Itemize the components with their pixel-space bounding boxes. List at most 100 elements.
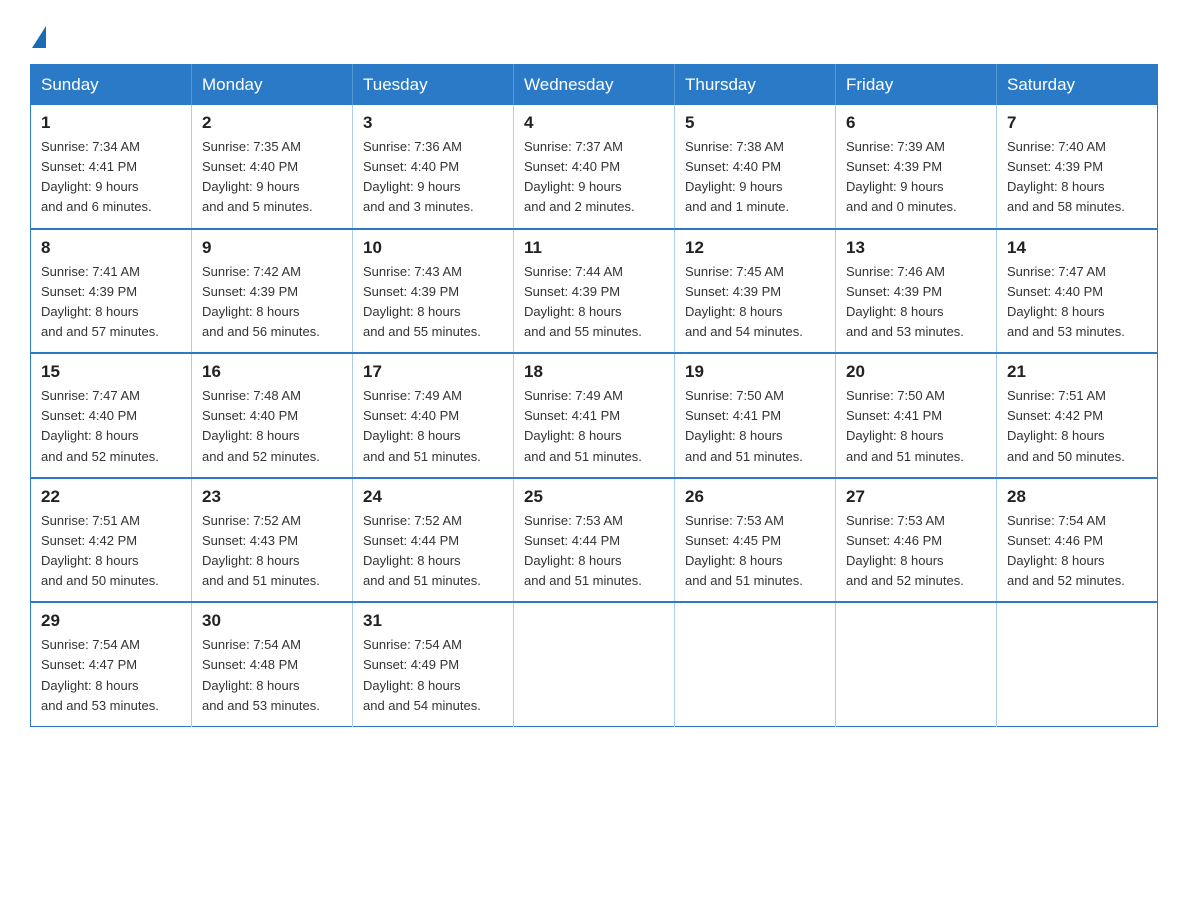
day-info: Sunrise: 7:54 AMSunset: 4:46 PMDaylight:… bbox=[1007, 511, 1147, 592]
header-cell-thursday: Thursday bbox=[675, 65, 836, 106]
calendar-cell bbox=[836, 602, 997, 726]
day-number: 20 bbox=[846, 362, 986, 382]
day-info: Sunrise: 7:53 AMSunset: 4:45 PMDaylight:… bbox=[685, 511, 825, 592]
calendar-cell bbox=[675, 602, 836, 726]
day-info: Sunrise: 7:38 AMSunset: 4:40 PMDaylight:… bbox=[685, 137, 825, 218]
day-number: 23 bbox=[202, 487, 342, 507]
calendar-cell: 21 Sunrise: 7:51 AMSunset: 4:42 PMDayligh… bbox=[997, 353, 1158, 478]
day-info: Sunrise: 7:49 AMSunset: 4:40 PMDaylight:… bbox=[363, 386, 503, 467]
day-number: 28 bbox=[1007, 487, 1147, 507]
day-number: 24 bbox=[363, 487, 503, 507]
day-info: Sunrise: 7:46 AMSunset: 4:39 PMDaylight:… bbox=[846, 262, 986, 343]
day-number: 8 bbox=[41, 238, 181, 258]
day-info: Sunrise: 7:47 AMSunset: 4:40 PMDaylight:… bbox=[1007, 262, 1147, 343]
day-number: 19 bbox=[685, 362, 825, 382]
day-number: 3 bbox=[363, 113, 503, 133]
day-info: Sunrise: 7:50 AMSunset: 4:41 PMDaylight:… bbox=[846, 386, 986, 467]
day-info: Sunrise: 7:42 AMSunset: 4:39 PMDaylight:… bbox=[202, 262, 342, 343]
day-number: 17 bbox=[363, 362, 503, 382]
day-info: Sunrise: 7:45 AMSunset: 4:39 PMDaylight:… bbox=[685, 262, 825, 343]
header-cell-friday: Friday bbox=[836, 65, 997, 106]
day-info: Sunrise: 7:39 AMSunset: 4:39 PMDaylight:… bbox=[846, 137, 986, 218]
day-number: 10 bbox=[363, 238, 503, 258]
calendar-cell: 27 Sunrise: 7:53 AMSunset: 4:46 PMDayligh… bbox=[836, 478, 997, 603]
calendar-header-row: SundayMondayTuesdayWednesdayThursdayFrid… bbox=[31, 65, 1158, 106]
day-info: Sunrise: 7:34 AMSunset: 4:41 PMDaylight:… bbox=[41, 137, 181, 218]
calendar-cell: 14 Sunrise: 7:47 AMSunset: 4:40 PMDayligh… bbox=[997, 229, 1158, 354]
day-info: Sunrise: 7:47 AMSunset: 4:40 PMDaylight:… bbox=[41, 386, 181, 467]
day-info: Sunrise: 7:48 AMSunset: 4:40 PMDaylight:… bbox=[202, 386, 342, 467]
day-info: Sunrise: 7:35 AMSunset: 4:40 PMDaylight:… bbox=[202, 137, 342, 218]
calendar-cell: 25 Sunrise: 7:53 AMSunset: 4:44 PMDayligh… bbox=[514, 478, 675, 603]
calendar-cell: 24 Sunrise: 7:52 AMSunset: 4:44 PMDayligh… bbox=[353, 478, 514, 603]
calendar-cell: 9 Sunrise: 7:42 AMSunset: 4:39 PMDaylight… bbox=[192, 229, 353, 354]
day-info: Sunrise: 7:49 AMSunset: 4:41 PMDaylight:… bbox=[524, 386, 664, 467]
calendar-cell: 8 Sunrise: 7:41 AMSunset: 4:39 PMDaylight… bbox=[31, 229, 192, 354]
day-number: 11 bbox=[524, 238, 664, 258]
day-number: 18 bbox=[524, 362, 664, 382]
calendar-cell bbox=[997, 602, 1158, 726]
calendar-cell: 1 Sunrise: 7:34 AMSunset: 4:41 PMDaylight… bbox=[31, 105, 192, 229]
calendar-cell: 7Sunrise: 7:40 AMSunset: 4:39 PMDaylight… bbox=[997, 105, 1158, 229]
calendar-table: SundayMondayTuesdayWednesdayThursdayFrid… bbox=[30, 64, 1158, 727]
day-info: Sunrise: 7:52 AMSunset: 4:43 PMDaylight:… bbox=[202, 511, 342, 592]
day-number: 26 bbox=[685, 487, 825, 507]
calendar-cell: 15 Sunrise: 7:47 AMSunset: 4:40 PMDayligh… bbox=[31, 353, 192, 478]
day-number: 25 bbox=[524, 487, 664, 507]
header-cell-wednesday: Wednesday bbox=[514, 65, 675, 106]
day-info: Sunrise: 7:51 AMSunset: 4:42 PMDaylight:… bbox=[41, 511, 181, 592]
day-number: 4 bbox=[524, 113, 664, 133]
calendar-cell: 19Sunrise: 7:50 AMSunset: 4:41 PMDayligh… bbox=[675, 353, 836, 478]
calendar-cell: 22 Sunrise: 7:51 AMSunset: 4:42 PMDayligh… bbox=[31, 478, 192, 603]
day-number: 6 bbox=[846, 113, 986, 133]
day-info: Sunrise: 7:51 AMSunset: 4:42 PMDaylight:… bbox=[1007, 386, 1147, 467]
day-number: 21 bbox=[1007, 362, 1147, 382]
header bbox=[30, 24, 1158, 46]
calendar-cell: 16 Sunrise: 7:48 AMSunset: 4:40 PMDayligh… bbox=[192, 353, 353, 478]
day-number: 29 bbox=[41, 611, 181, 631]
calendar-cell: 17 Sunrise: 7:49 AMSunset: 4:40 PMDayligh… bbox=[353, 353, 514, 478]
day-info: Sunrise: 7:37 AMSunset: 4:40 PMDaylight:… bbox=[524, 137, 664, 218]
logo bbox=[30, 24, 46, 46]
day-number: 9 bbox=[202, 238, 342, 258]
day-number: 22 bbox=[41, 487, 181, 507]
calendar-cell: 28 Sunrise: 7:54 AMSunset: 4:46 PMDayligh… bbox=[997, 478, 1158, 603]
day-number: 16 bbox=[202, 362, 342, 382]
calendar-cell: 4 Sunrise: 7:37 AMSunset: 4:40 PMDaylight… bbox=[514, 105, 675, 229]
day-info: Sunrise: 7:44 AMSunset: 4:39 PMDaylight:… bbox=[524, 262, 664, 343]
day-number: 5 bbox=[685, 113, 825, 133]
day-number: 15 bbox=[41, 362, 181, 382]
calendar-week-row: 15 Sunrise: 7:47 AMSunset: 4:40 PMDayligh… bbox=[31, 353, 1158, 478]
day-info: Sunrise: 7:54 AMSunset: 4:48 PMDaylight:… bbox=[202, 635, 342, 716]
calendar-cell: 18 Sunrise: 7:49 AMSunset: 4:41 PMDayligh… bbox=[514, 353, 675, 478]
day-info: Sunrise: 7:41 AMSunset: 4:39 PMDaylight:… bbox=[41, 262, 181, 343]
day-info: Sunrise: 7:53 AMSunset: 4:46 PMDaylight:… bbox=[846, 511, 986, 592]
calendar-cell: 26 Sunrise: 7:53 AMSunset: 4:45 PMDayligh… bbox=[675, 478, 836, 603]
day-number: 31 bbox=[363, 611, 503, 631]
calendar-cell: 13 Sunrise: 7:46 AMSunset: 4:39 PMDayligh… bbox=[836, 229, 997, 354]
day-number: 1 bbox=[41, 113, 181, 133]
day-number: 7 bbox=[1007, 113, 1147, 133]
calendar-cell: 30 Sunrise: 7:54 AMSunset: 4:48 PMDayligh… bbox=[192, 602, 353, 726]
calendar-week-row: 29 Sunrise: 7:54 AMSunset: 4:47 PMDayligh… bbox=[31, 602, 1158, 726]
day-number: 27 bbox=[846, 487, 986, 507]
header-cell-saturday: Saturday bbox=[997, 65, 1158, 106]
day-info: Sunrise: 7:54 AMSunset: 4:47 PMDaylight:… bbox=[41, 635, 181, 716]
header-cell-sunday: Sunday bbox=[31, 65, 192, 106]
calendar-week-row: 1 Sunrise: 7:34 AMSunset: 4:41 PMDaylight… bbox=[31, 105, 1158, 229]
calendar-cell: 31Sunrise: 7:54 AMSunset: 4:49 PMDayligh… bbox=[353, 602, 514, 726]
day-number: 30 bbox=[202, 611, 342, 631]
day-info: Sunrise: 7:52 AMSunset: 4:44 PMDaylight:… bbox=[363, 511, 503, 592]
day-info: Sunrise: 7:36 AMSunset: 4:40 PMDaylight:… bbox=[363, 137, 503, 218]
calendar-cell: 5 Sunrise: 7:38 AMSunset: 4:40 PMDaylight… bbox=[675, 105, 836, 229]
calendar-cell: 12 Sunrise: 7:45 AMSunset: 4:39 PMDayligh… bbox=[675, 229, 836, 354]
calendar-week-row: 8 Sunrise: 7:41 AMSunset: 4:39 PMDaylight… bbox=[31, 229, 1158, 354]
day-number: 14 bbox=[1007, 238, 1147, 258]
day-number: 13 bbox=[846, 238, 986, 258]
calendar-cell: 2Sunrise: 7:35 AMSunset: 4:40 PMDaylight… bbox=[192, 105, 353, 229]
day-number: 12 bbox=[685, 238, 825, 258]
calendar-week-row: 22 Sunrise: 7:51 AMSunset: 4:42 PMDayligh… bbox=[31, 478, 1158, 603]
calendar-cell: 10Sunrise: 7:43 AMSunset: 4:39 PMDayligh… bbox=[353, 229, 514, 354]
day-info: Sunrise: 7:53 AMSunset: 4:44 PMDaylight:… bbox=[524, 511, 664, 592]
calendar-cell bbox=[514, 602, 675, 726]
